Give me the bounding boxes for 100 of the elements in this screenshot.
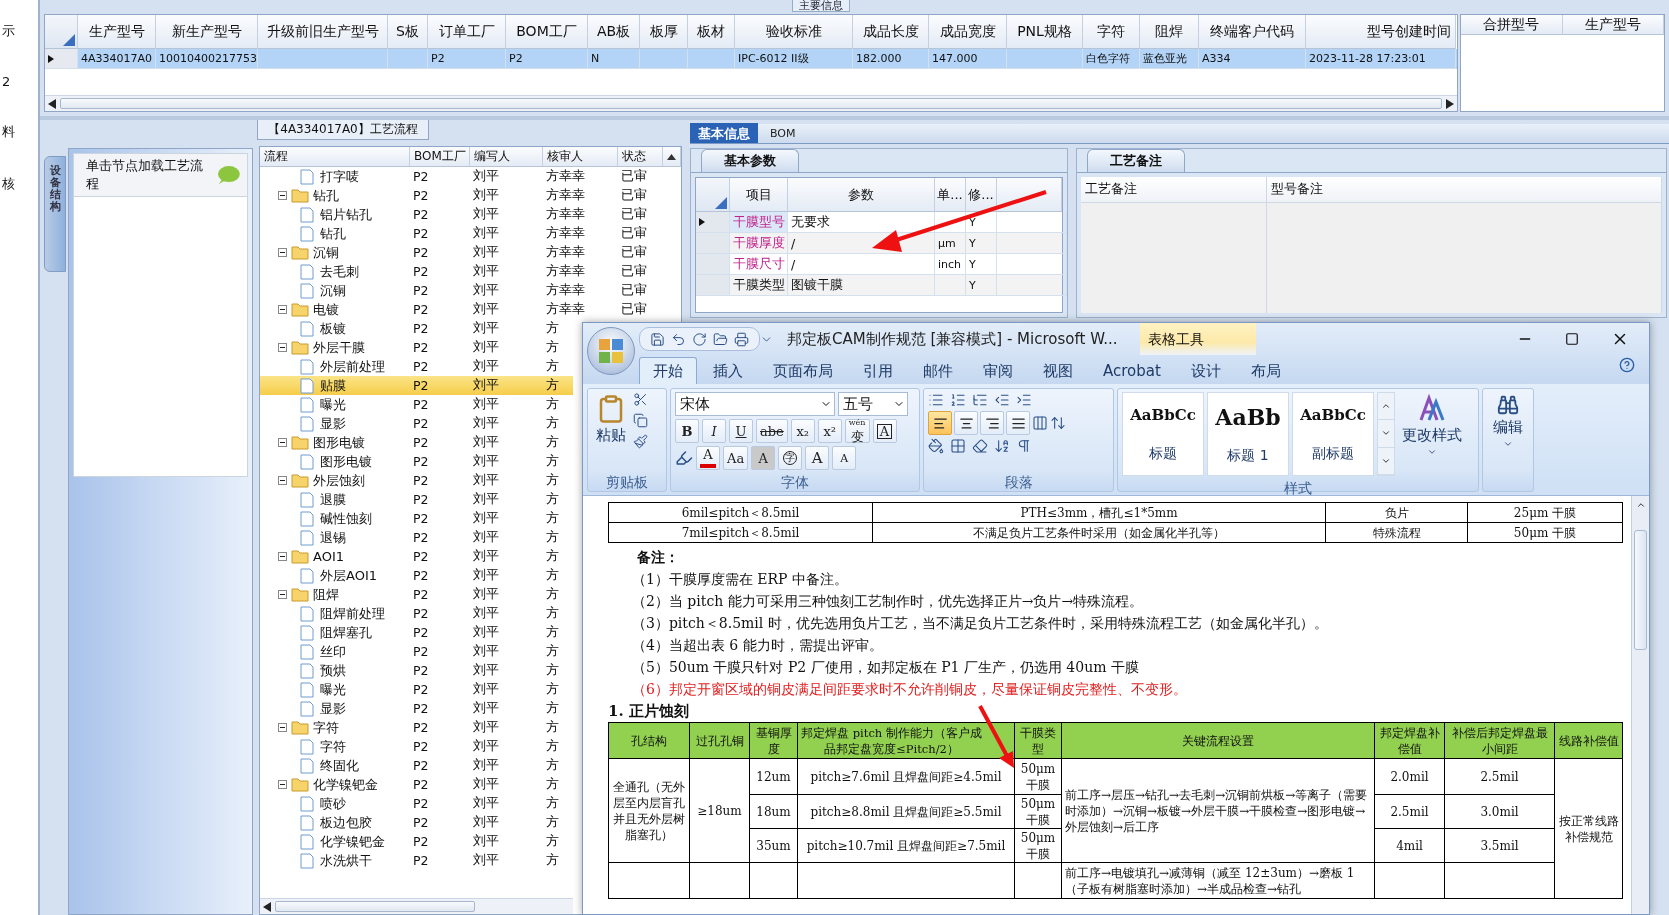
style-card[interactable]: AaBbCc 副标题 bbox=[1292, 392, 1374, 476]
column-header[interactable]: 验收标准 bbox=[735, 15, 853, 49]
eraser-icon[interactable] bbox=[972, 438, 988, 454]
side-tab[interactable]: 设备结构 bbox=[44, 156, 66, 272]
format-button[interactable]: I bbox=[702, 419, 726, 443]
style-card[interactable]: AaBb 标题 1 bbox=[1207, 392, 1289, 476]
collapse-icon[interactable] bbox=[278, 780, 287, 789]
column-header[interactable]: 成品宽度 bbox=[929, 15, 1007, 49]
column-header[interactable]: BOM工厂 bbox=[410, 147, 470, 167]
redo-icon[interactable] bbox=[692, 331, 707, 347]
office-button[interactable] bbox=[587, 327, 635, 375]
change-styles-button[interactable]: 更改样式 bbox=[1398, 392, 1466, 476]
collapse-icon[interactable] bbox=[278, 552, 287, 561]
ribbon-tab[interactable]: 设计 bbox=[1176, 357, 1235, 384]
column-header[interactable]: 生产型号 bbox=[1562, 15, 1664, 35]
format-button[interactable]: B bbox=[675, 419, 699, 443]
sub-tab[interactable]: 工艺备注 bbox=[1087, 149, 1185, 172]
align-button[interactable] bbox=[954, 411, 978, 435]
sort-icon[interactable] bbox=[994, 438, 1010, 454]
column-header[interactable]: AB板 bbox=[588, 15, 640, 49]
font-effect-button[interactable]: Aa bbox=[723, 446, 749, 470]
column-header[interactable]: 订单工厂 bbox=[428, 15, 506, 49]
font-name-field[interactable]: 宋体 bbox=[675, 392, 835, 416]
sub-tab[interactable]: 基本参数 bbox=[701, 149, 799, 172]
row-header-cell[interactable] bbox=[696, 233, 730, 254]
font-effect-button[interactable]: A bbox=[832, 446, 857, 470]
highlighter-icon[interactable] bbox=[675, 449, 693, 467]
scroll-left-icon[interactable] bbox=[48, 98, 56, 109]
phonetic-button[interactable]: wén 变 bbox=[844, 419, 870, 443]
scrollbar-thumb[interactable] bbox=[1634, 530, 1647, 650]
scrollbar-thumb[interactable] bbox=[275, 901, 475, 912]
column-header[interactable]: 新生产型号 bbox=[156, 15, 258, 49]
increase-indent-icon[interactable] bbox=[1016, 392, 1032, 408]
column-header[interactable]: 状态 bbox=[618, 147, 663, 167]
table-row[interactable]: 4A334017A0 10010400217753 P2 P2 N IPC-6012 II级 182.000 147.000 白色字符 蓝色亚光 A334 2023-11-28 17:23:01 bbox=[45, 49, 1457, 69]
style-card[interactable]: AaBbCc 标题 bbox=[1122, 392, 1204, 476]
format-button[interactable]: x² bbox=[817, 419, 842, 443]
collapse-icon[interactable] bbox=[278, 438, 287, 447]
numbering-icon[interactable] bbox=[950, 392, 966, 408]
column-header[interactable]: S板 bbox=[388, 15, 428, 49]
scroll-left-icon[interactable] bbox=[263, 901, 271, 912]
ribbon-tab[interactable]: 审阅 bbox=[969, 357, 1027, 384]
ribbon-tab[interactable]: 视图 bbox=[1029, 357, 1087, 384]
align-button[interactable] bbox=[980, 411, 1004, 435]
help-icon[interactable] bbox=[1619, 357, 1635, 373]
menu-item[interactable]: 料 bbox=[2, 123, 38, 141]
row-header-cell[interactable] bbox=[696, 254, 730, 275]
row-header-cell[interactable] bbox=[696, 212, 730, 233]
column-header[interactable]: BOM工厂 bbox=[506, 15, 588, 49]
column-header[interactable]: 板材 bbox=[688, 15, 735, 49]
paste-button[interactable]: 粘贴 bbox=[592, 392, 630, 470]
collapse-icon[interactable] bbox=[278, 305, 287, 314]
font-effect-button[interactable]: 字 bbox=[778, 446, 803, 470]
decrease-indent-icon[interactable] bbox=[994, 392, 1010, 408]
ribbon-tab[interactable]: 开始 bbox=[639, 357, 697, 384]
scrollbar[interactable] bbox=[45, 95, 1457, 111]
column-header[interactable]: 参数 bbox=[788, 178, 935, 212]
menu-item[interactable]: 核 bbox=[2, 175, 38, 193]
scroll-right-icon[interactable] bbox=[1446, 98, 1454, 109]
save-icon[interactable] bbox=[650, 331, 665, 347]
ribbon-tab[interactable]: Acrobat bbox=[1089, 357, 1175, 384]
maximize-icon[interactable] bbox=[1565, 332, 1579, 346]
collapse-icon[interactable] bbox=[278, 476, 287, 485]
format-button[interactable]: x₂ bbox=[790, 419, 815, 443]
scroll-up-icon[interactable] bbox=[1635, 500, 1646, 510]
pilcrow-icon[interactable] bbox=[1016, 438, 1032, 454]
editing-button[interactable]: 编辑 bbox=[1489, 392, 1527, 488]
menu-item[interactable]: 2 bbox=[2, 74, 38, 89]
column-header[interactable]: 修... bbox=[966, 178, 997, 212]
tab[interactable]: BOM bbox=[762, 123, 804, 143]
align-button[interactable] bbox=[928, 411, 952, 435]
collapse-icon[interactable] bbox=[278, 343, 287, 352]
font-effect-button[interactable]: A bbox=[805, 446, 830, 470]
distribute-icon[interactable] bbox=[1032, 415, 1048, 431]
scrollbar-thumb[interactable] bbox=[60, 98, 1442, 109]
column-header[interactable]: 生产型号 bbox=[78, 15, 156, 49]
collapse-icon[interactable] bbox=[278, 590, 287, 599]
cut-icon[interactable] bbox=[633, 392, 648, 407]
ribbon-tab[interactable]: 插入 bbox=[699, 357, 757, 384]
collapse-icon[interactable] bbox=[278, 191, 287, 200]
undo-icon[interactable] bbox=[671, 331, 686, 347]
ribbon-tab[interactable]: 页面布局 bbox=[759, 357, 847, 384]
format-button[interactable]: abe bbox=[756, 419, 788, 443]
print-icon[interactable] bbox=[734, 331, 749, 347]
collapse-icon[interactable] bbox=[278, 723, 287, 732]
column-header[interactable]: 型号创建时间 bbox=[1306, 15, 1456, 49]
char-border-button[interactable]: A bbox=[872, 419, 897, 443]
format-button[interactable]: U bbox=[729, 419, 753, 443]
scroll-up-icon[interactable] bbox=[667, 153, 676, 160]
tab[interactable]: 基本信息 bbox=[690, 123, 758, 143]
column-header[interactable]: 终端客户代码 bbox=[1199, 15, 1306, 49]
menu-item[interactable]: 示 bbox=[2, 22, 38, 40]
borders-icon[interactable] bbox=[950, 438, 966, 454]
column-header[interactable]: 升级前旧生产型号 bbox=[258, 15, 388, 49]
column-header[interactable]: 字符 bbox=[1083, 15, 1140, 49]
ribbon-tab[interactable]: 邮件 bbox=[909, 357, 967, 384]
column-header[interactable]: 阻焊 bbox=[1140, 15, 1199, 49]
column-header[interactable]: PNL规格 bbox=[1007, 15, 1083, 49]
copy-icon[interactable] bbox=[633, 413, 648, 428]
column-header[interactable]: 合拼型号 bbox=[1461, 15, 1563, 35]
